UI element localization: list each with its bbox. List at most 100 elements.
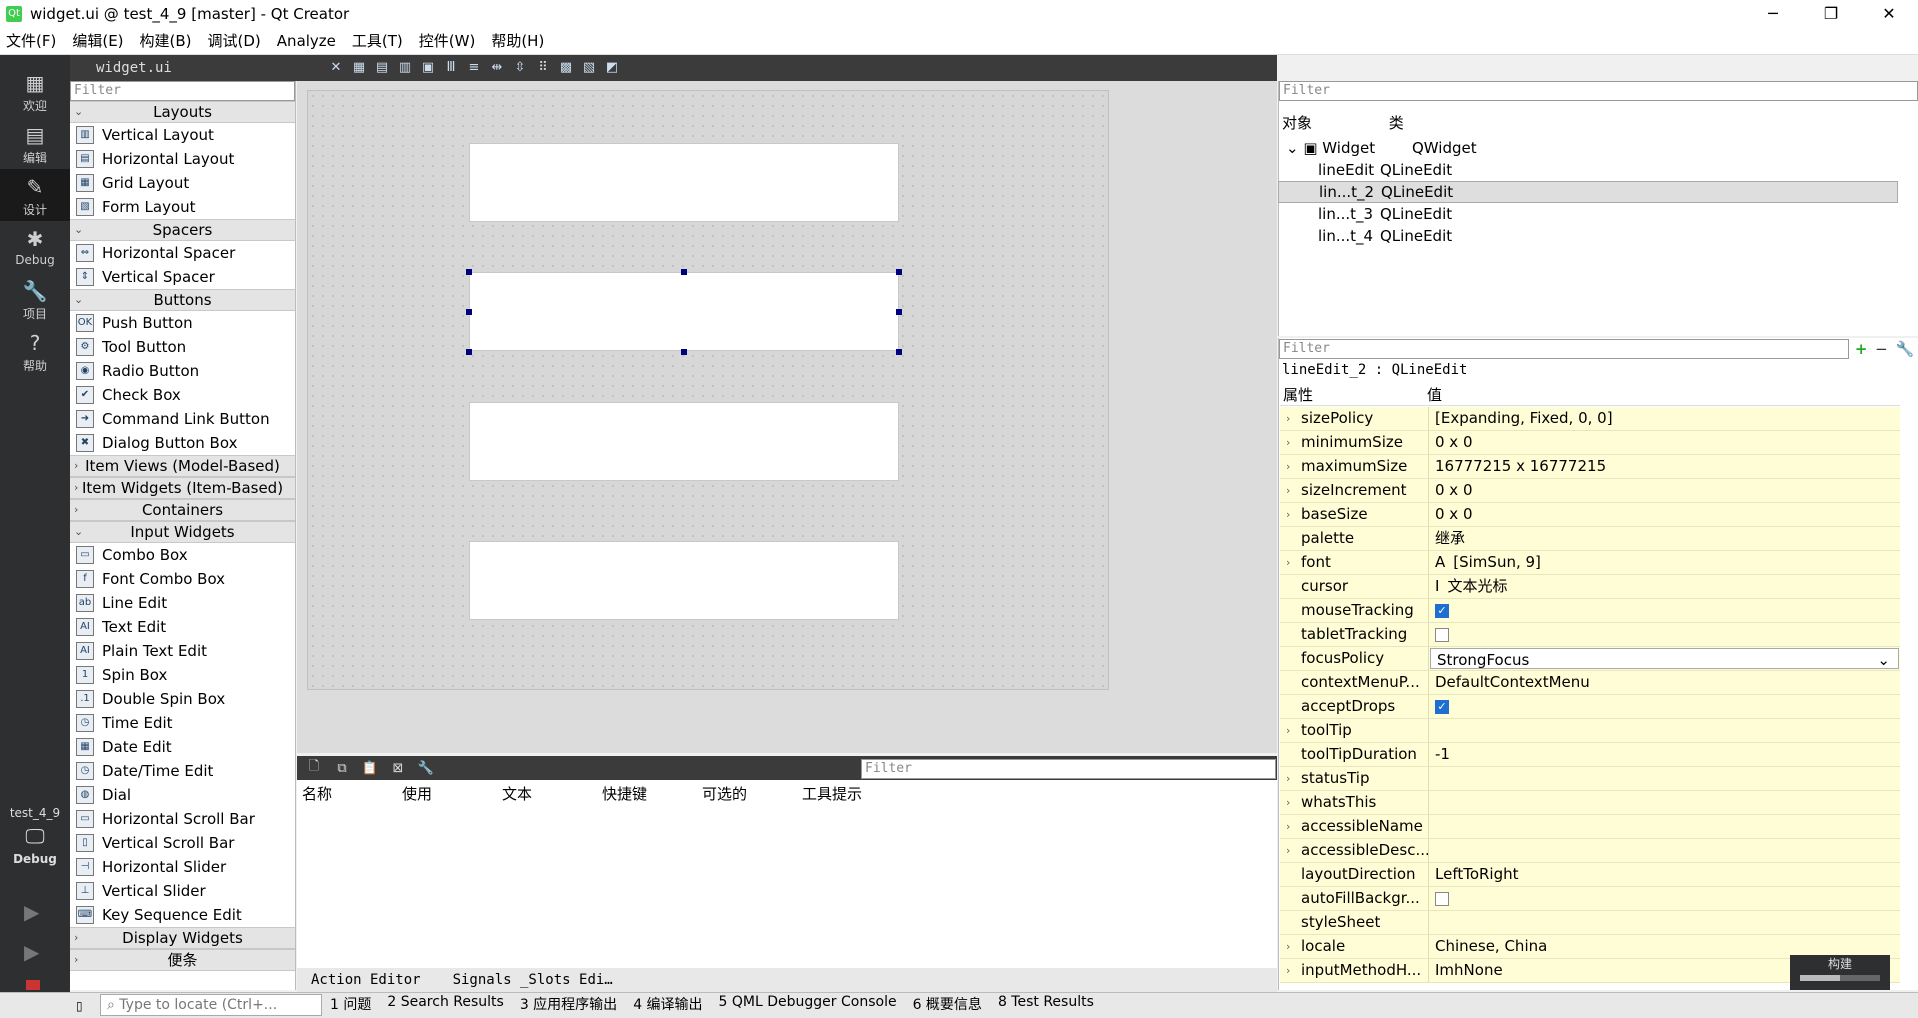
restore-button[interactable]: ❐ [1802, 0, 1860, 27]
line-edit-2-selected[interactable] [469, 272, 899, 351]
minimize-button[interactable]: ─ [1744, 0, 1802, 27]
mode-pencil[interactable]: ✎ 设计 [0, 169, 70, 221]
property-value-cell[interactable] [1429, 767, 1900, 790]
adjust-size-icon[interactable]: ◩ [602, 59, 622, 77]
property-row[interactable]: › sizePolicy [Expanding, Fixed, 0, 0] [1280, 407, 1900, 431]
menu-item-1[interactable]: 编辑(E) [72, 30, 123, 51]
menu-item-0[interactable]: 文件(F) [6, 30, 56, 51]
resize-handle[interactable] [681, 349, 687, 355]
configure-icon[interactable]: 🔧 [1895, 340, 1914, 358]
property-row[interactable]: › statusTip [1280, 767, 1900, 791]
widget-item[interactable]: AI Text Edit [70, 615, 295, 639]
property-value-cell[interactable] [1429, 791, 1900, 814]
menu-item-5[interactable]: 工具(T) [352, 30, 403, 51]
widget-item[interactable]: OK Push Button [70, 311, 295, 335]
widget-item[interactable]: ▦ Date Edit [70, 735, 295, 759]
widget-category[interactable]: › Item Widgets (Item-Based) [70, 477, 295, 499]
property-row[interactable]: › font A [SimSun, 9] [1280, 551, 1900, 575]
widget-item[interactable]: ⇔ Horizontal Spacer [70, 241, 295, 265]
close-document-icon[interactable]: ✕ [326, 59, 346, 77]
widget-item[interactable]: AI Plain Text Edit [70, 639, 295, 663]
mode-wrench[interactable]: 🔧 项目 [0, 273, 70, 325]
property-row[interactable]: cursor I 文本光标 [1280, 575, 1900, 599]
property-row[interactable]: palette 继承 [1280, 527, 1900, 551]
checkbox[interactable] [1435, 891, 1449, 906]
layout-vertical-icon[interactable]: ≡ [464, 59, 484, 77]
object-tree-row[interactable]: ⌄ ▣ Widget QWidget [1278, 137, 1898, 159]
widget-item[interactable]: ▦ Grid Layout [70, 171, 295, 195]
tab-action-editor[interactable]: Action Editor [311, 972, 421, 988]
property-row[interactable]: › sizeIncrement 0 x 0 [1280, 479, 1900, 503]
new-action-icon[interactable]: 🗋 [303, 757, 325, 779]
output-tab[interactable]: 4 编译输出 [633, 994, 702, 1014]
widget-category[interactable]: ⌄ Spacers [70, 219, 295, 241]
resize-handle[interactable] [466, 309, 472, 315]
chevron-down-icon[interactable]: ⌄ [1286, 139, 1303, 157]
mode-grid[interactable]: ▦ 欢迎 [0, 65, 70, 117]
property-row[interactable]: toolTipDuration -1 [1280, 743, 1900, 767]
widget-item[interactable]: 1 Spin Box [70, 663, 295, 687]
remove-property-icon[interactable]: − [1875, 340, 1888, 358]
property-row[interactable]: autoFillBackgr... [1280, 887, 1900, 911]
configure-icon[interactable]: 🔧 [415, 761, 437, 776]
chevron-right-icon[interactable]: › [1286, 455, 1290, 478]
checkbox[interactable]: ✓ [1435, 603, 1449, 618]
open-file-combo[interactable]: widget.ui [96, 60, 326, 76]
resize-handle[interactable] [896, 309, 902, 315]
object-tree-row[interactable]: lin...t_2 QLineEdit [1278, 181, 1898, 203]
layout-form-icon[interactable]: ⠿ [533, 59, 553, 77]
property-row[interactable]: layoutDirection LeftToRight [1280, 863, 1900, 887]
edit-widgets-icon[interactable]: ▦ [349, 59, 369, 77]
build-icon[interactable] [26, 980, 40, 990]
property-row[interactable]: acceptDrops ✓ [1280, 695, 1900, 719]
property-row[interactable]: › baseSize 0 x 0 [1280, 503, 1900, 527]
property-value-cell[interactable]: ✓ [1429, 599, 1900, 622]
property-value-cell[interactable]: 0 x 0 [1429, 431, 1900, 454]
chevron-right-icon[interactable]: › [1286, 767, 1290, 790]
property-value-cell[interactable]: ✓ [1429, 695, 1900, 718]
widget-category[interactable]: ⌄ Layouts [70, 101, 295, 123]
layout-horizontal-icon[interactable]: Ⅲ [441, 59, 461, 77]
widget-item[interactable]: ✖ Dialog Button Box [70, 431, 295, 455]
widget-item[interactable]: ⚙ Tool Button [70, 335, 295, 359]
chevron-right-icon[interactable]: › [1286, 959, 1290, 982]
mode-document[interactable]: ▤ 编辑 [0, 117, 70, 169]
widget-category[interactable]: ⌄ Buttons [70, 289, 295, 311]
widget-item[interactable]: ▯ Vertical Scroll Bar [70, 831, 295, 855]
chevron-right-icon[interactable]: › [1286, 791, 1290, 814]
delete-action-icon[interactable]: ⊠ [387, 761, 409, 776]
object-tree-row[interactable]: lineEdit QLineEdit [1278, 159, 1898, 181]
paste-action-icon[interactable]: 📋 [359, 761, 381, 776]
menu-item-3[interactable]: 调试(D) [208, 30, 261, 51]
widget-item[interactable]: ⇕ Vertical Spacer [70, 265, 295, 289]
property-row[interactable]: mouseTracking ✓ [1280, 599, 1900, 623]
widget-item[interactable]: ✔ Check Box [70, 383, 295, 407]
line-edit-3[interactable] [469, 402, 899, 481]
action-filter-input[interactable]: Filter [861, 759, 1276, 779]
resize-handle[interactable] [896, 349, 902, 355]
edit-buddies-icon[interactable]: ▥ [395, 59, 415, 77]
output-tab[interactable]: 1 问题 [330, 994, 371, 1014]
output-tab[interactable]: 3 应用程序输出 [520, 994, 617, 1014]
property-value-cell[interactable]: A [SimSun, 9] [1429, 551, 1900, 574]
chevron-right-icon[interactable]: › [1286, 815, 1290, 838]
mode-help[interactable]: ? 帮助 [0, 325, 70, 377]
widget-item[interactable]: ◉ Radio Button [70, 359, 295, 383]
property-row[interactable]: › toolTip [1280, 719, 1900, 743]
chevron-right-icon[interactable]: › [1286, 551, 1290, 574]
widget-category[interactable]: › Item Views (Model-Based) [70, 455, 295, 477]
output-tab[interactable]: 6 概要信息 [913, 994, 982, 1014]
menu-item-4[interactable]: Analyze [277, 32, 336, 50]
edit-signals-icon[interactable]: ▤ [372, 59, 392, 77]
property-value-cell[interactable]: I 文本光标 [1429, 575, 1900, 598]
property-value-cell[interactable]: LeftToRight [1429, 863, 1900, 886]
line-edit-4[interactable] [469, 541, 899, 620]
property-row[interactable]: › maximumSize 16777215 x 16777215 [1280, 455, 1900, 479]
widget-category[interactable]: › Display Widgets [70, 927, 295, 949]
resize-handle[interactable] [896, 269, 902, 275]
chevron-right-icon[interactable]: › [1286, 407, 1290, 430]
chevron-right-icon[interactable]: › [1286, 935, 1290, 958]
widget-item[interactable]: ◷ Date/Time Edit [70, 759, 295, 783]
widget-category[interactable]: › 便条 [70, 949, 295, 971]
object-tree-row[interactable]: lin...t_4 QLineEdit [1278, 225, 1898, 247]
